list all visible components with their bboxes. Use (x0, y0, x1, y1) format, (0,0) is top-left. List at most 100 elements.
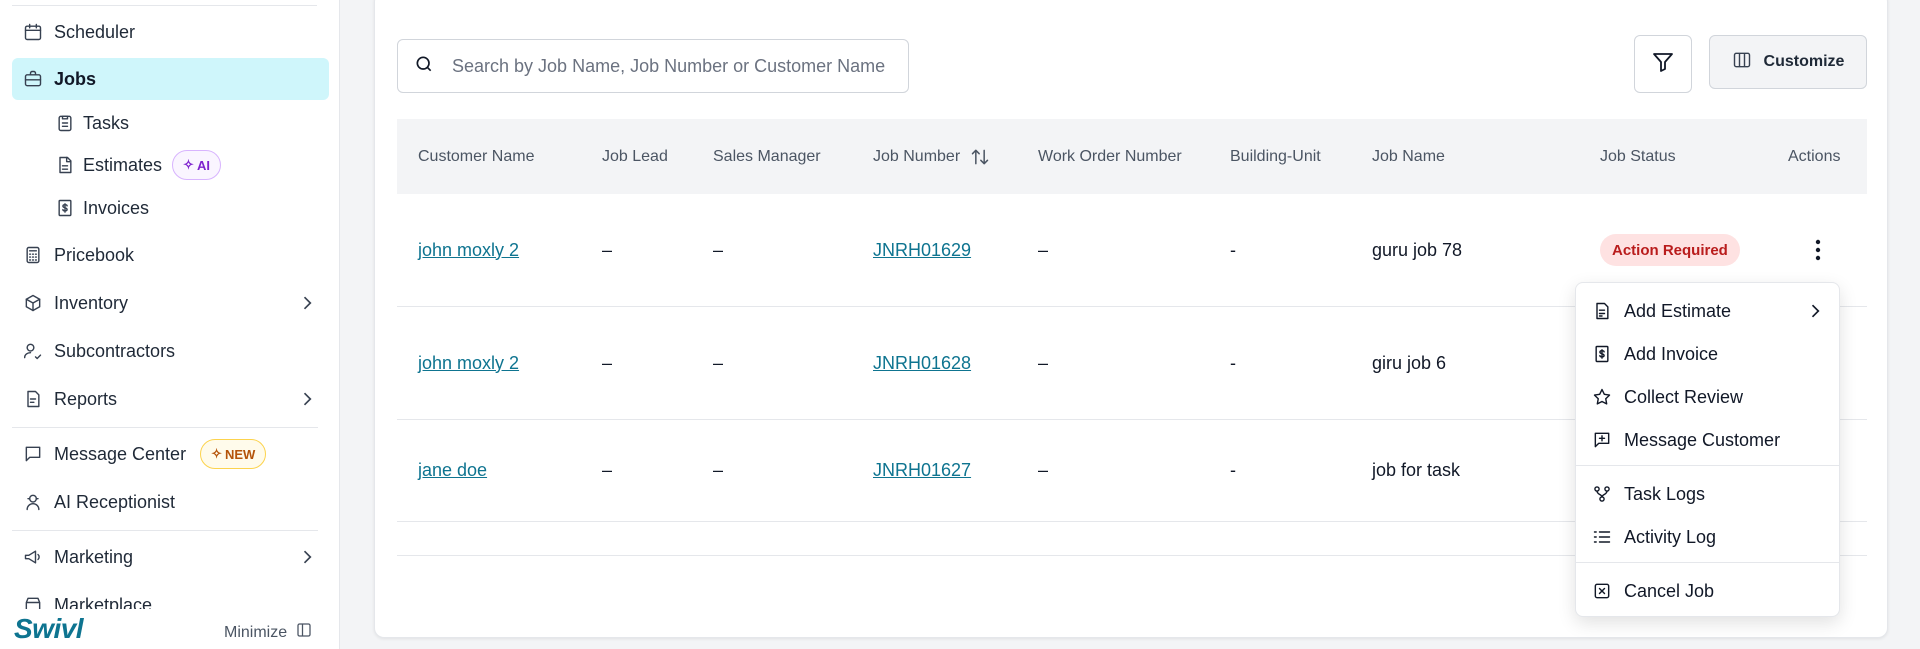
sidebar-item-label: Subcontractors (54, 340, 176, 361)
divider (1576, 465, 1839, 466)
new-badge: ✧ NEW (200, 439, 267, 469)
sparkle-icon: ✧ (211, 446, 222, 461)
menu-item-label: Add Invoice (1624, 343, 1719, 364)
sidebar-item-message-center[interactable]: Message Center ✧ NEW (12, 433, 329, 475)
message-icon (22, 443, 44, 465)
work-order-cell: – (1038, 460, 1049, 480)
job-lead-cell: – (602, 352, 613, 373)
sales-manager-cell: – (713, 239, 724, 260)
sidebar-item-inventory[interactable]: Inventory (12, 282, 329, 324)
actions-dropdown-menu: Add Estimate Add Invoice Collect Review … (1575, 282, 1840, 617)
columns-icon (1732, 50, 1752, 75)
sales-manager-cell: – (713, 460, 724, 480)
chevron-right-icon (297, 293, 317, 313)
menu-item-label: Activity Log (1624, 526, 1717, 547)
column-header-sales-manager[interactable]: Sales Manager (713, 119, 821, 194)
table-header: Customer Name Job Lead Sales Manager Job… (397, 119, 1867, 194)
customer-link[interactable]: jane doe (418, 460, 487, 481)
receptionist-icon (22, 491, 44, 513)
megaphone-icon (22, 546, 44, 568)
box-icon (22, 292, 44, 314)
sidebar-item-label: Estimates (83, 154, 163, 175)
chevron-right-icon (1805, 301, 1825, 321)
filter-button[interactable] (1634, 35, 1692, 93)
sidebar-item-label: Message Center (54, 443, 187, 464)
chevron-right-icon (297, 389, 317, 409)
search-box[interactable] (397, 39, 909, 93)
sidebar-item-subcontractors[interactable]: Subcontractors (12, 330, 329, 372)
invoice-icon (55, 198, 75, 218)
customer-name-cell[interactable]: jane doe (418, 420, 487, 521)
menu-item-label: Collect Review (1624, 386, 1744, 407)
customize-label: Customize (1763, 53, 1845, 70)
search-input[interactable] (452, 55, 892, 77)
sidebar-item-reports[interactable]: Reports (12, 378, 329, 420)
building-unit-cell: - (1230, 352, 1236, 373)
job-name-cell: giru job 6 (1372, 352, 1447, 373)
divider (1576, 562, 1839, 563)
divider (12, 530, 318, 531)
invoice-icon (1592, 344, 1612, 364)
menu-item-label: Add Estimate (1624, 300, 1732, 321)
column-header-job-name[interactable]: Job Name (1372, 119, 1445, 194)
calendar-icon (22, 21, 44, 43)
sidebar: Scheduler Jobs Tasks Estimates ✧ AI Invoi… (0, 0, 340, 649)
flow-icon (1592, 484, 1612, 504)
sidebar-item-invoices[interactable]: Invoices (55, 188, 149, 228)
customer-link[interactable]: john moxly 2 (418, 240, 519, 261)
sparkle-icon: ✧ (183, 157, 194, 172)
sidebar-item-label: Invoices (83, 197, 150, 218)
column-header-customer-name[interactable]: Customer Name (418, 119, 534, 194)
job-number-link[interactable]: JNRH01627 (873, 460, 971, 481)
column-header-actions: Actions (1788, 147, 1841, 165)
sidebar-item-scheduler[interactable]: Scheduler (12, 11, 329, 53)
kebab-menu-button[interactable] (1808, 235, 1828, 265)
sidebar-item-pricebook[interactable]: Pricebook (12, 234, 329, 276)
menu-item-label: Message Customer (1624, 429, 1781, 450)
sidebar-item-label: Pricebook (54, 244, 135, 265)
sidebar-item-marketing[interactable]: Marketing (12, 536, 329, 578)
column-header-job-status[interactable]: Job Status (1600, 119, 1676, 194)
column-header-work-order-number[interactable]: Work Order Number (1038, 119, 1182, 194)
customer-name-cell[interactable]: john moxly 2 (418, 194, 519, 306)
ai-badge: ✧ AI (172, 150, 221, 180)
menu-item-collect-review[interactable]: Collect Review (1576, 377, 1839, 417)
minimize-button[interactable]: Minimize (224, 621, 313, 644)
sidebar-item-estimates[interactable]: Estimates ✧ AI (55, 145, 221, 185)
sidebar-item-label: AI Receptionist (54, 491, 176, 512)
menu-item-add-estimate[interactable]: Add Estimate (1576, 291, 1839, 331)
column-header-job-number[interactable]: Job Number (873, 119, 990, 194)
menu-item-add-invoice[interactable]: Add Invoice (1576, 334, 1839, 374)
menu-item-activity-log[interactable]: Activity Log (1576, 517, 1839, 557)
job-number-link[interactable]: JNRH01629 (873, 240, 971, 261)
customize-button[interactable]: Customize (1709, 35, 1867, 89)
sidebar-item-jobs[interactable]: Jobs (12, 58, 329, 100)
sidebar-item-label: Scheduler (54, 21, 136, 42)
job-number-cell[interactable]: JNRH01628 (873, 307, 971, 419)
job-name-cell: job for task (1372, 460, 1461, 480)
divider (12, 5, 317, 6)
list-icon (1592, 527, 1612, 547)
x-square-icon (1592, 581, 1612, 601)
briefcase-icon (22, 68, 44, 90)
building-unit-cell: - (1230, 239, 1236, 260)
job-number-link[interactable]: JNRH01628 (873, 353, 971, 374)
sort-icon[interactable] (970, 147, 990, 167)
column-header-job-lead[interactable]: Job Lead (602, 119, 668, 194)
swivl-logo: Swivl (14, 613, 84, 644)
more-vertical-icon (1815, 239, 1821, 261)
job-number-cell[interactable]: JNRH01627 (873, 420, 971, 521)
customer-link[interactable]: john moxly 2 (418, 353, 519, 374)
sidebar-item-label: Marketing (54, 546, 134, 567)
menu-item-cancel-job[interactable]: Cancel Job (1576, 571, 1839, 611)
job-number-cell[interactable]: JNRH01629 (873, 194, 971, 306)
menu-item-task-logs[interactable]: Task Logs (1576, 474, 1839, 514)
customer-name-cell[interactable]: john moxly 2 (418, 307, 519, 419)
menu-item-message-customer[interactable]: Message Customer (1576, 420, 1839, 460)
sidebar-item-tasks[interactable]: Tasks (55, 103, 129, 143)
column-header-building-unit[interactable]: Building-Unit (1230, 119, 1321, 194)
minimize-label: Minimize (224, 623, 288, 641)
sidebar-item-ai-receptionist[interactable]: AI Receptionist (12, 481, 329, 523)
sidebar-item-label: Tasks (83, 112, 130, 133)
sales-manager-cell: – (713, 352, 724, 373)
